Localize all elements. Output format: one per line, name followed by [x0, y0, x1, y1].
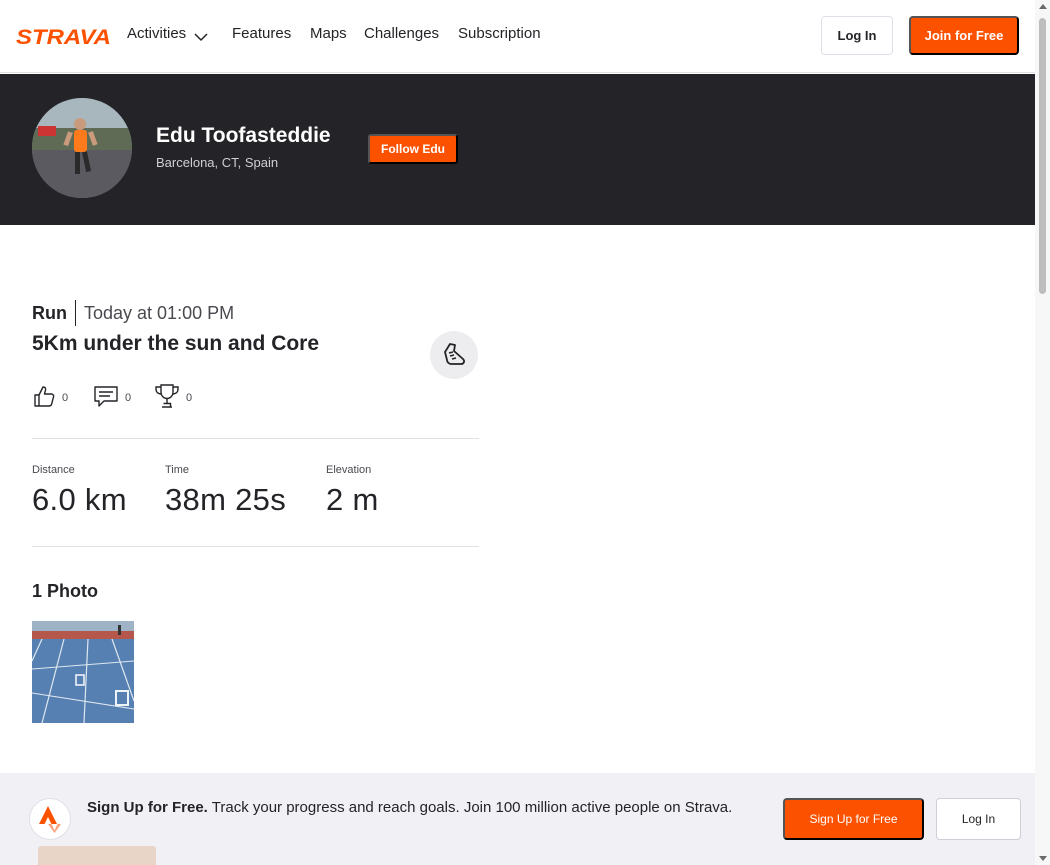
- header-separator: [75, 300, 76, 326]
- activity-title: 5Km under the sun and Core: [32, 332, 320, 355]
- stat-time: Time 38m 25s: [165, 464, 286, 518]
- chevron-down-icon: [194, 29, 208, 42]
- strava-logo[interactable]: STRAVA: [16, 26, 111, 46]
- join-for-free-button[interactable]: Join for Free: [909, 16, 1019, 55]
- running-shoe-icon: [430, 331, 478, 379]
- signup-body: Track your progress and reach goals. Joi…: [211, 799, 733, 816]
- comment-icon: [93, 384, 119, 413]
- scrollbar-thumb[interactable]: [1039, 18, 1046, 294]
- comments-count: 0: [125, 392, 132, 404]
- stat-elevation-label: Elevation: [326, 464, 372, 476]
- kudos-count: 0: [62, 392, 69, 404]
- comments-button[interactable]: 0: [93, 385, 131, 411]
- athlete-banner: Edu Toofasteddie Barcelona, CT, Spain Fo…: [0, 74, 1035, 225]
- stat-elevation: Elevation 2 m: [326, 464, 379, 518]
- login-button[interactable]: Log In: [821, 16, 893, 55]
- nav-maps[interactable]: Maps: [310, 25, 347, 42]
- athlete-avatar[interactable]: [32, 98, 132, 198]
- signup-headline: Sign Up for Free.: [87, 799, 208, 816]
- nav-challenges[interactable]: Challenges: [364, 25, 439, 42]
- trophy-icon: [154, 383, 180, 414]
- svg-text:STRAVA: STRAVA: [16, 26, 111, 46]
- stats-divider-bottom: [32, 546, 479, 547]
- photos-heading: 1 Photo: [32, 581, 98, 601]
- stat-time-label: Time: [165, 464, 190, 476]
- scroll-down-arrow-icon[interactable]: [1039, 856, 1047, 861]
- stat-time-value: 38m 25s: [165, 482, 286, 517]
- activity-date: Today at 01:00 PM: [84, 302, 235, 323]
- nav-subscription[interactable]: Subscription: [458, 25, 541, 42]
- login-button-bottom[interactable]: Log In: [936, 798, 1021, 840]
- nav-activities-label: Activities: [127, 25, 187, 42]
- sign-up-button[interactable]: Sign Up for Free: [783, 798, 924, 840]
- stat-elevation-value: 2 m: [326, 482, 379, 517]
- achievements-count: 0: [186, 392, 193, 404]
- hidden-content-edge: [38, 846, 156, 865]
- stat-distance-value: 6.0 km: [32, 482, 127, 517]
- stat-distance: Distance 6.0 km: [32, 464, 127, 518]
- nav-features[interactable]: Features: [232, 25, 291, 42]
- scroll-up-arrow-icon[interactable]: [1039, 4, 1047, 9]
- follow-button[interactable]: Follow Edu: [368, 134, 458, 164]
- achievements-button[interactable]: 0: [154, 383, 193, 414]
- stat-distance-label: Distance: [32, 464, 75, 476]
- athlete-location: Barcelona, CT, Spain: [156, 155, 279, 170]
- vertical-scrollbar[interactable]: [1035, 0, 1050, 865]
- athlete-name[interactable]: Edu Toofasteddie: [156, 124, 331, 148]
- activity-header: Run Today at 01:00 PM: [32, 300, 234, 326]
- thumbs-up-icon: [32, 384, 56, 413]
- activity-photo[interactable]: [32, 621, 134, 723]
- stats-divider-top: [32, 438, 479, 439]
- nav-activities[interactable]: Activities: [127, 25, 208, 42]
- activity-type: Run: [32, 302, 67, 323]
- signup-message: Sign Up for Free. Track your progress an…: [87, 797, 767, 819]
- top-navigation: STRAVA Activities Features Maps Challeng…: [0, 0, 1035, 73]
- kudos-button[interactable]: 0: [32, 385, 68, 411]
- strava-logo-icon: [29, 798, 71, 840]
